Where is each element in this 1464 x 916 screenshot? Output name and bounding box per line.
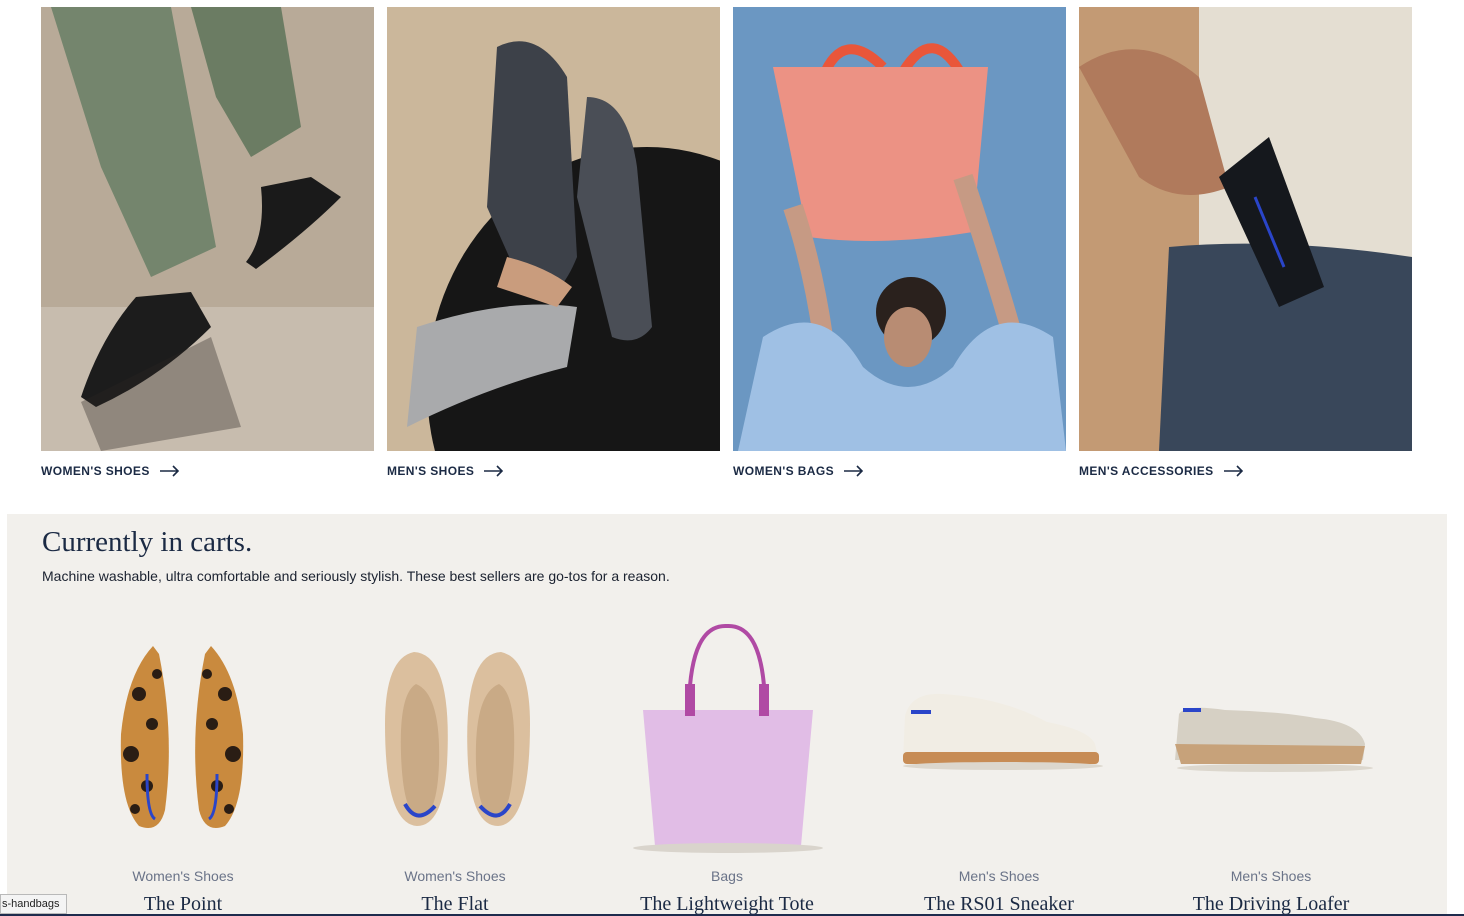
product-image[interactable] <box>319 614 591 854</box>
product-card-the-point[interactable]: Women's Shoes The Point <box>47 614 319 916</box>
category-link-mens-accessories[interactable]: MEN'S ACCESSORIES <box>1079 461 1412 481</box>
product-category: Men's Shoes <box>1230 868 1312 884</box>
arrow-right-icon <box>159 465 179 477</box>
category-label: WOMEN'S BAGS <box>733 464 834 478</box>
section-title: Currently in carts. <box>42 526 253 558</box>
product-card-the-rs01-sneaker[interactable]: Men's Shoes The RS01 Sneaker <box>863 614 1135 916</box>
product-card-the-lightweight-tote[interactable]: Bags The Lightweight Tote <box>591 614 863 916</box>
mens-accessories-image[interactable] <box>1079 7 1412 451</box>
arrow-right-icon <box>844 465 864 477</box>
category-link-womens-shoes[interactable]: WOMEN'S SHOES <box>41 461 374 481</box>
womens-shoes-image[interactable] <box>41 7 374 451</box>
arrow-right-icon <box>484 465 504 477</box>
currently-in-carts-section: Currently in carts. Machine washable, ul… <box>7 514 1447 916</box>
category-card-mens-accessories[interactable]: MEN'S ACCESSORIES <box>1079 7 1412 481</box>
category-card-mens-shoes[interactable]: MEN'S SHOES <box>387 7 720 481</box>
product-name[interactable]: The Driving Loafer <box>1135 893 1407 916</box>
product-image[interactable] <box>1135 614 1407 854</box>
product-image[interactable] <box>591 614 863 854</box>
status-bar-link-preview: s-handbags <box>0 894 67 914</box>
category-grid: WOMEN'S SHOES MEN'S SHOES WOMEN'S BAGS M… <box>41 7 1413 487</box>
product-name[interactable]: The Point <box>47 893 319 916</box>
category-link-mens-shoes[interactable]: MEN'S SHOES <box>387 461 720 481</box>
product-category: Men's Shoes <box>958 868 1040 884</box>
product-category: Bags <box>711 868 743 884</box>
arrow-right-icon <box>1223 465 1243 477</box>
product-name[interactable]: The RS01 Sneaker <box>863 893 1135 916</box>
product-category: Women's Shoes <box>404 868 506 884</box>
section-subtitle: Machine washable, ultra comfortable and … <box>42 568 670 584</box>
product-image[interactable] <box>863 614 1135 854</box>
product-card-the-flat[interactable]: Women's Shoes The Flat <box>319 614 591 916</box>
category-link-womens-bags[interactable]: WOMEN'S BAGS <box>733 461 1066 481</box>
category-label: MEN'S SHOES <box>387 464 475 478</box>
category-label: WOMEN'S SHOES <box>41 464 150 478</box>
product-name[interactable]: The Lightweight Tote <box>591 893 863 916</box>
product-category: Women's Shoes <box>132 868 234 884</box>
category-card-womens-bags[interactable]: WOMEN'S BAGS <box>733 7 1066 481</box>
product-card-the-driving-loafer[interactable]: Men's Shoes The Driving Loafer <box>1135 614 1407 916</box>
category-card-womens-shoes[interactable]: WOMEN'S SHOES <box>41 7 374 481</box>
product-name[interactable]: The Flat <box>319 893 591 916</box>
category-label: MEN'S ACCESSORIES <box>1079 464 1214 478</box>
womens-bags-image[interactable] <box>733 7 1066 451</box>
product-image[interactable] <box>47 614 319 854</box>
mens-shoes-image[interactable] <box>387 7 720 451</box>
